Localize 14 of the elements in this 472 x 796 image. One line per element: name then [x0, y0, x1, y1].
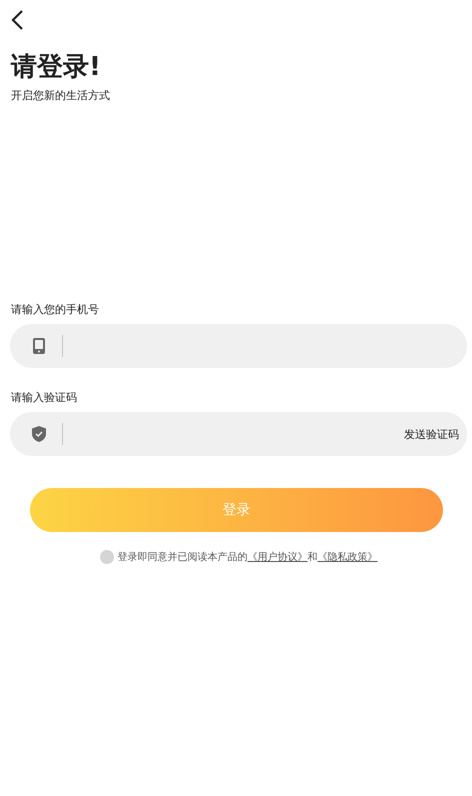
field-label: 请输入您的手机号: [11, 302, 100, 318]
back-icon[interactable]: [10, 9, 26, 31]
shield-check-icon: [30, 425, 48, 443]
user-agreement-link[interactable]: 《用户协议》: [248, 552, 308, 563]
send-code-link[interactable]: 发送验证码: [404, 426, 459, 442]
input-field[interactable]: 发送验证码: [10, 412, 467, 456]
page-title: 请登录!: [11, 51, 102, 84]
subtitle: 开启您新的生活方式: [11, 88, 111, 104]
agreement-text: 登录即同意并已阅读本产品的《用户协议》和《隐私政策》: [118, 550, 378, 564]
input-field[interactable]: [10, 324, 467, 368]
phone-icon: [30, 337, 48, 355]
agreement-checkbox[interactable]: [100, 550, 114, 564]
field-label: 请输入验证码: [11, 390, 78, 406]
privacy-policy-link[interactable]: 《隐私政策》: [318, 552, 378, 563]
